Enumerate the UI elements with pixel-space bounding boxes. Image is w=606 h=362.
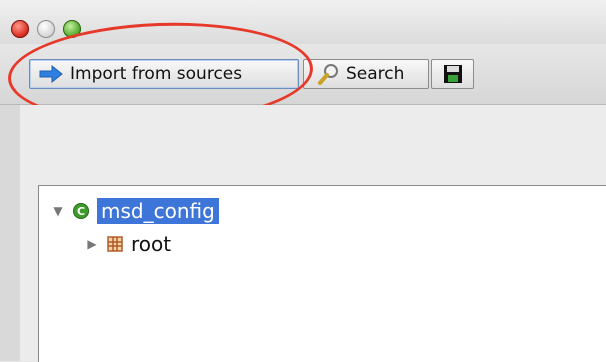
search-icon (318, 64, 338, 85)
tree-row-msd-config[interactable]: ▼ C msd_config (51, 198, 219, 224)
expanded-triangle-icon[interactable]: ▼ (51, 204, 65, 218)
grid-icon (107, 236, 123, 252)
arrow-right-icon (39, 65, 63, 83)
search-button[interactable]: Search (303, 59, 429, 89)
minimize-window-button[interactable] (37, 20, 55, 38)
zoom-window-button[interactable] (63, 20, 81, 38)
tree-node-label[interactable]: root (131, 232, 171, 256)
import-from-sources-button[interactable]: Import from sources (29, 59, 299, 89)
tree-row-root[interactable]: ▶ root (85, 232, 171, 256)
search-button-label: Search (346, 64, 405, 84)
import-button-label: Import from sources (70, 64, 243, 84)
title-bar (0, 0, 606, 44)
floppy-disk-icon (443, 65, 462, 83)
main-content: ▼ C msd_config ▶ root (20, 105, 606, 362)
collapsed-triangle-icon[interactable]: ▶ (85, 237, 99, 251)
c-class-icon: C (73, 203, 89, 219)
save-button[interactable] (431, 59, 474, 89)
tree-node-label[interactable]: msd_config (97, 198, 219, 224)
close-window-button[interactable] (11, 20, 29, 38)
tree-view: ▼ C msd_config ▶ root (38, 185, 606, 362)
toolbar: Import from sources Search (0, 44, 606, 105)
